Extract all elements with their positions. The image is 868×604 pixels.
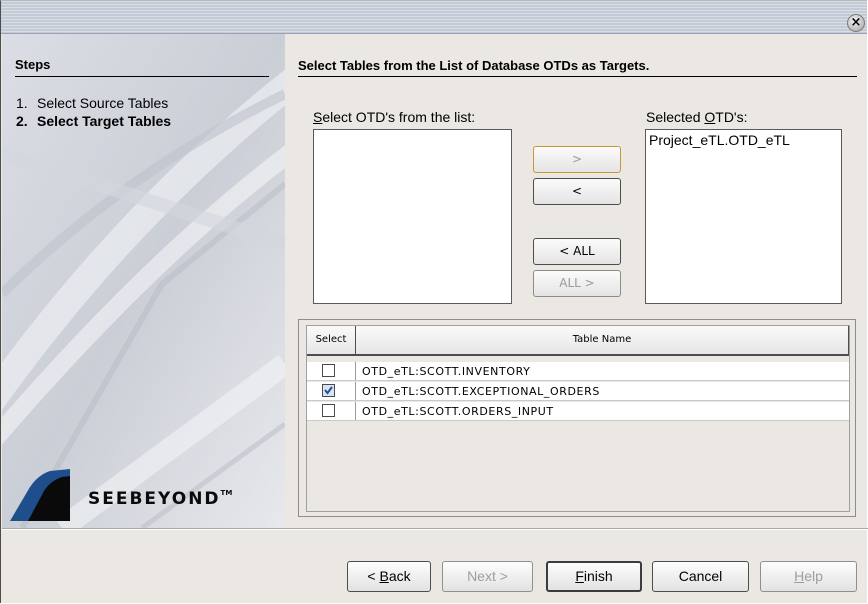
cancel-button[interactable]: Cancel: [652, 561, 749, 592]
step-label: Select Source Tables: [37, 95, 169, 111]
logo-mark-icon: [10, 469, 70, 521]
select-checkbox[interactable]: [322, 384, 335, 397]
select-cell: [307, 402, 356, 420]
remove-button[interactable]: <: [533, 178, 621, 205]
checkmark-icon: [324, 386, 333, 395]
list-item[interactable]: Project_eTL.OTD_eTL: [646, 130, 841, 150]
selected-otds-list[interactable]: Project_eTL.OTD_eTL: [645, 129, 842, 304]
select-cell: [307, 382, 356, 400]
steps-divider: [15, 76, 269, 77]
step-label: Select Target Tables: [37, 113, 172, 129]
title-divider: [298, 76, 857, 77]
column-header-table-name[interactable]: Table Name: [356, 326, 849, 356]
next-button[interactable]: Next >: [442, 561, 533, 592]
select-checkbox[interactable]: [322, 404, 335, 417]
step-number: 2.: [16, 113, 28, 129]
steps-title: Steps: [15, 57, 51, 72]
available-otds-label: Select OTD's from the list:: [313, 109, 476, 125]
close-icon[interactable]: ×: [847, 14, 865, 32]
step-2: 2. Select Target Tables: [16, 113, 171, 129]
finish-button[interactable]: Finish: [546, 561, 642, 592]
select-checkbox[interactable]: [322, 364, 335, 377]
remove-all-button[interactable]: < ALL: [533, 238, 621, 265]
add-all-button[interactable]: ALL >: [533, 270, 621, 297]
column-header-select[interactable]: Select: [307, 326, 356, 356]
logo-text: SEEBEYONDTM: [88, 489, 233, 509]
table-row[interactable]: OTD_eTL:SCOTT.INVENTORY: [307, 362, 849, 381]
title-bar[interactable]: ×: [1, 1, 867, 34]
seebeyond-logo: SEEBEYONDTM: [10, 469, 270, 521]
tables-panel: Select Table Name OTD_eTL:SCOTT.INVENTOR…: [298, 319, 856, 517]
help-button[interactable]: Help: [760, 561, 857, 592]
available-otds-list[interactable]: [313, 129, 512, 304]
selected-otds-label: Selected OTD's:: [646, 109, 748, 125]
table-name-cell: OTD_eTL:SCOTT.INVENTORY: [362, 365, 531, 378]
tables-table: Select Table Name OTD_eTL:SCOTT.INVENTOR…: [306, 325, 850, 512]
add-button[interactable]: >: [533, 146, 621, 173]
step-number: 1.: [16, 95, 28, 111]
table-name-cell: OTD_eTL:SCOTT.EXCEPTIONAL_ORDERS: [362, 385, 600, 398]
step-1: 1. Select Source Tables: [16, 95, 168, 111]
footer-divider-highlight: [2, 529, 868, 530]
select-cell: [307, 362, 356, 380]
steps-panel: Steps 1. Select Source Tables 2. Select Ta…: [2, 34, 285, 528]
table-row[interactable]: OTD_eTL:SCOTT.EXCEPTIONAL_ORDERS: [307, 382, 849, 401]
table-name-cell: OTD_eTL:SCOTT.ORDERS_INPUT: [362, 405, 554, 418]
page-title: Select Tables from the List of Database …: [298, 58, 650, 73]
table-row[interactable]: OTD_eTL:SCOTT.ORDERS_INPUT: [307, 402, 849, 421]
back-button[interactable]: < Back: [347, 561, 431, 592]
wizard-dialog: × Steps 1. Select Source Tables 2. Selec…: [0, 0, 868, 603]
